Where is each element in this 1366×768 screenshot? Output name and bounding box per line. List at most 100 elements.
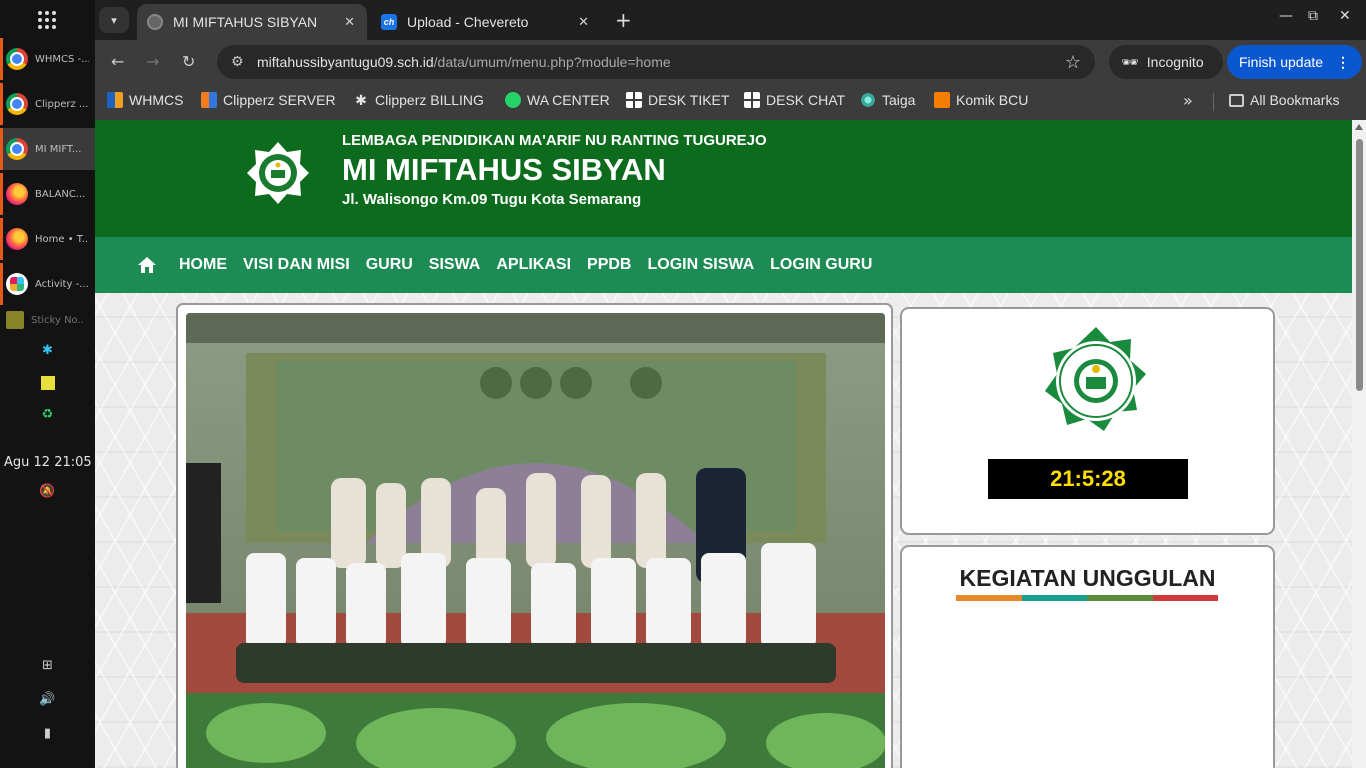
firefox-icon (6, 183, 28, 205)
chevron-down-icon: ▾ (111, 13, 117, 27)
os-app-label: BALANC... (35, 188, 86, 200)
page-scrollbar[interactable] (1352, 120, 1366, 768)
bookmark-clipperz-billing[interactable]: ✱ Clipperz BILLING (353, 92, 484, 108)
network-icon[interactable]: ⊞ (0, 658, 95, 673)
bookmark-komik-bcu[interactable]: Komik BCU (934, 92, 1028, 108)
nav-home[interactable]: HOME (179, 256, 227, 274)
blogger-icon (934, 92, 950, 108)
bookmark-star-icon[interactable]: ☆ (1065, 52, 1081, 73)
reload-icon[interactable]: ↻ (182, 52, 195, 71)
address-bar[interactable]: ⚙ miftahussibyantugu09.sch.id/data/umum/… (217, 45, 1095, 79)
kegiatan-unggulan-panel: KEGIATAN UNGGULAN (900, 545, 1275, 768)
app-grid-icon[interactable] (37, 10, 57, 30)
os-app-activity[interactable]: Activity -... (0, 263, 95, 305)
folder-icon (1229, 93, 1244, 107)
notifications-off-icon[interactable]: 🔕 (0, 484, 95, 499)
bookmark-clipperz-server[interactable]: Clipperz SERVER (201, 92, 336, 108)
incognito-icon: 🕶 (1121, 53, 1139, 70)
nav-login-siswa[interactable]: LOGIN SISWA (647, 256, 754, 274)
madrasah-logo-icon (1045, 327, 1146, 431)
nav-aplikasi[interactable]: APLIKASI (496, 256, 571, 274)
site-address: Jl. Walisongo Km.09 Tugu Kota Semarang (342, 191, 642, 208)
os-clock[interactable]: Agu 12 21:05 (4, 455, 92, 470)
clipperz-icon (201, 92, 217, 108)
more-vert-icon: ⋮ (1336, 53, 1350, 70)
nav-siswa[interactable]: SISWA (429, 256, 481, 274)
os-app-whmcs[interactable]: WHMCS -... (0, 38, 95, 80)
scroll-thumb[interactable] (1356, 139, 1363, 391)
os-app-label: Sticky No... (31, 314, 85, 326)
all-bookmarks-button[interactable]: All Bookmarks (1229, 92, 1339, 108)
sticky-notes-icon (6, 311, 24, 329)
bookmark-wa-center[interactable]: WA CENTER (505, 92, 610, 108)
digital-clock: 21:5:28 (988, 459, 1188, 499)
new-tab-button[interactable]: + (615, 8, 632, 32)
chrome-icon (6, 93, 28, 115)
close-icon[interactable]: ✕ (578, 14, 589, 30)
incognito-badge[interactable]: 🕶 Incognito (1109, 45, 1223, 79)
bookmark-whmcs[interactable]: WHMCS (107, 92, 183, 108)
bookmark-desk-chat[interactable]: DESK CHAT (744, 92, 845, 108)
os-app-home[interactable]: Home • T... (0, 218, 95, 260)
slack-tray-icon[interactable]: ✱ (0, 343, 95, 358)
os-app-label: Activity -... (35, 278, 89, 290)
close-window-button[interactable]: ✕ (1339, 8, 1351, 24)
taiga-icon (860, 92, 876, 108)
os-app-label: MI MIFT... (35, 143, 82, 155)
settings-icon: ✱ (355, 92, 367, 108)
sticky-tray-icon[interactable] (0, 376, 95, 394)
bookmarks-bar: WHMCS Clipperz SERVER ✱ Clipperz BILLING … (95, 84, 1366, 120)
nav-visi-dan-misi[interactable]: VISI DAN MISI (243, 256, 350, 274)
site-nav: HOME VISI DAN MISI GURU SISWA APLIKASI P… (95, 237, 1352, 293)
maximize-button[interactable]: ⧉ (1308, 8, 1318, 24)
institution-name: LEMBAGA PENDIDIKAN MA'ARIF NU RANTING TU… (342, 132, 767, 149)
school-logo-icon (247, 142, 309, 204)
back-arrow-icon[interactable]: ← (111, 52, 124, 71)
firefox-icon (6, 228, 28, 250)
os-app-clipperz[interactable]: Clipperz ... (0, 83, 95, 125)
tab-title: Upload - Chevereto (407, 14, 529, 30)
tab-chevereto[interactable]: ch Upload - Chevereto ✕ (371, 4, 601, 40)
os-app-label: Clipperz ... (35, 98, 89, 110)
url-text: miftahussibyantugu09.sch.id/data/umum/me… (257, 54, 671, 70)
kegiatan-title: KEGIATAN UNGGULAN (959, 565, 1216, 591)
desk-icon (626, 92, 642, 108)
url-path: /data/umum/menu.php?module=home (433, 54, 671, 70)
os-app-balance[interactable]: BALANC... (0, 173, 95, 215)
os-app-mi-miftahus[interactable]: MI MIFT... (0, 128, 95, 170)
bookmark-desk-tiket[interactable]: DESK TIKET (626, 92, 729, 108)
volume-icon[interactable]: 🔊 (0, 692, 95, 707)
browser-window: ▾ MI MIFTAHUS SIBYAN ✕ ch Upload - Cheve… (95, 0, 1366, 768)
underline-segment (1152, 595, 1218, 601)
recycle-tray-icon[interactable]: ♻ (0, 407, 95, 422)
finish-update-button[interactable]: Finish update ⋮ (1227, 45, 1362, 79)
tab-search-button[interactable]: ▾ (99, 7, 129, 33)
battery-icon[interactable]: ▮ (0, 726, 95, 741)
image-slider[interactable] (176, 303, 893, 768)
site-info-icon[interactable]: ⚙ (231, 54, 257, 70)
nav-guru[interactable]: GURU (366, 256, 413, 274)
close-icon[interactable]: ✕ (344, 14, 355, 30)
home-icon[interactable] (137, 256, 157, 274)
forward-arrow-icon[interactable]: → (146, 52, 159, 71)
graduation-photo (186, 313, 885, 768)
site-header: LEMBAGA PENDIDIKAN MA'ARIF NU RANTING TU… (95, 120, 1352, 237)
nav-login-guru[interactable]: LOGIN GURU (770, 256, 872, 274)
title-underline (956, 595, 1218, 601)
nav-ppdb[interactable]: PPDB (587, 256, 631, 274)
chrome-icon (6, 48, 28, 70)
whatsapp-icon (505, 92, 521, 108)
globe-icon (147, 14, 163, 30)
tab-mi-miftahus[interactable]: MI MIFTAHUS SIBYAN ✕ (137, 4, 367, 40)
os-app-sticky[interactable]: Sticky No... (0, 308, 95, 332)
scroll-up-icon[interactable] (1355, 124, 1363, 130)
os-app-label: Home • T... (35, 233, 89, 245)
slider-photo (186, 313, 885, 768)
url-host: miftahussibyantugu09.sch.id (257, 54, 434, 70)
browser-toolbar: ← → ↻ ⚙ miftahussibyantugu09.sch.id/data… (95, 40, 1366, 84)
tab-title: MI MIFTAHUS SIBYAN (173, 14, 318, 30)
bookmark-taiga[interactable]: Taiga (860, 92, 915, 108)
chevron-right-double-icon[interactable]: » (1183, 91, 1193, 110)
underline-segment (956, 595, 1022, 601)
minimize-button[interactable]: — (1279, 8, 1293, 24)
